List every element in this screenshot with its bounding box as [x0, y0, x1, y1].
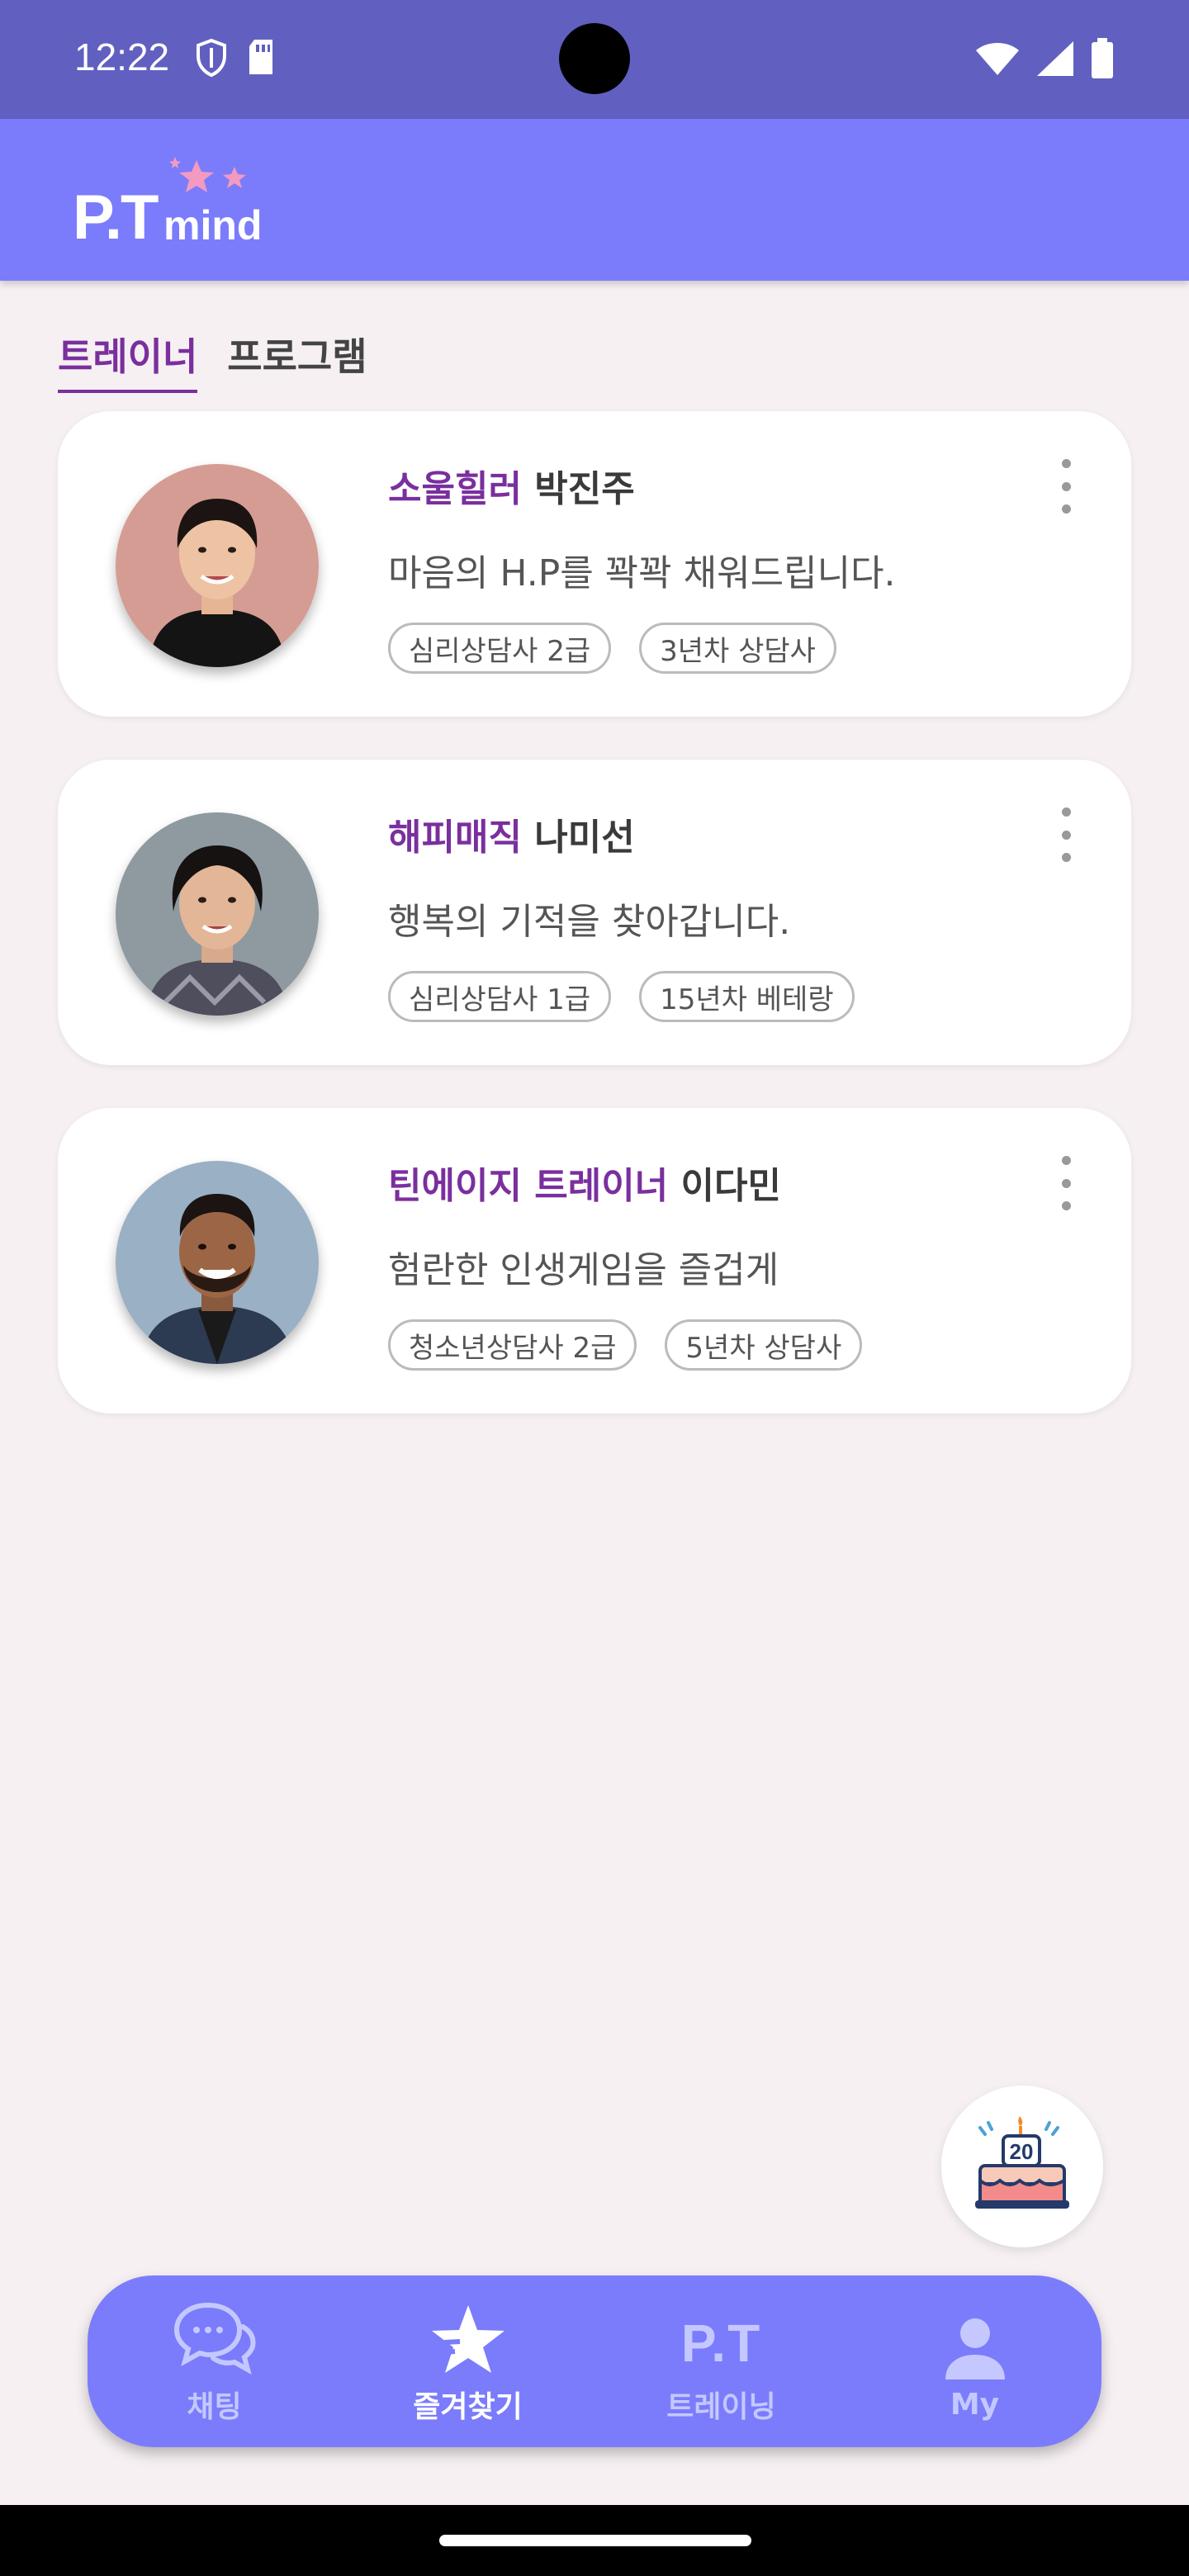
star-icon	[427, 2297, 509, 2376]
tab-program[interactable]: 프로그램	[227, 327, 367, 393]
home-gesture-handle[interactable]	[439, 2535, 751, 2546]
system-navigation-bar	[0, 2505, 1189, 2576]
more-options-icon[interactable]	[1054, 459, 1078, 514]
trainer-card[interactable]: 틴에이지 트레이너 이다민 험란한 인생게임을 즐겁게 청소년상담사 2급 5년…	[58, 1108, 1131, 1413]
pt-mind-logo[interactable]: P.T mind	[73, 155, 271, 253]
app-bar: P.T mind	[0, 119, 1189, 281]
nav-label-my: My	[950, 2387, 1000, 2422]
more-options-icon[interactable]	[1054, 1156, 1078, 1210]
nav-item-favorites[interactable]: 즐겨찾기	[341, 2275, 594, 2447]
trainer-card[interactable]: 해피매직 나미선 행복의 기적을 찾아갑니다. 심리상담사 1급 15년차 베테…	[58, 760, 1131, 1065]
cellular-signal-icon	[1035, 40, 1075, 81]
logo-mind-text: mind	[163, 202, 263, 249]
pt-icon-text: P.T	[680, 2313, 762, 2373]
trainer-avatar	[116, 812, 319, 1016]
camera-cutout	[559, 23, 630, 94]
tab-trainer[interactable]: 트레이너	[58, 327, 198, 393]
logo-pt-text: P.T	[73, 182, 159, 253]
trainer-nickname: 해피매직	[388, 817, 522, 859]
nav-item-my[interactable]: My	[848, 2275, 1101, 2447]
trainer-avatar	[116, 464, 319, 667]
trainer-tag: 심리상담사 2급	[388, 623, 612, 674]
sd-card-icon	[246, 38, 276, 81]
trainer-tag: 청소년상담사 2급	[388, 1319, 637, 1371]
bottom-navigation: 채팅 즐겨찾기 P.T 트레이닝 My	[88, 2275, 1101, 2447]
logo-stars-icon	[168, 155, 259, 208]
nav-label-training: 트레이닝	[666, 2390, 776, 2424]
trainer-list: 소울힐러 박진주 마음의 H.P를 꽉꽉 채워드립니다. 심리상담사 2급 3년…	[58, 411, 1131, 1456]
trainer-card[interactable]: 소울힐러 박진주 마음의 H.P를 꽉꽉 채워드립니다. 심리상담사 2급 3년…	[58, 411, 1131, 717]
pt-text-icon: P.T	[681, 2297, 761, 2376]
shield-icon	[195, 38, 228, 81]
nav-label-favorites: 즐겨찾기	[413, 2390, 523, 2424]
birthday-cake-button[interactable]: 20	[941, 2086, 1103, 2247]
trainer-description: 행복의 기적을 찾아갑니다.	[388, 901, 791, 943]
trainer-avatar	[116, 1161, 319, 1364]
status-time: 12:22	[74, 36, 170, 78]
trainer-nickname: 소울힐러	[388, 468, 522, 510]
trainer-tag: 심리상담사 1급	[388, 971, 612, 1022]
cake-number: 20	[1010, 2139, 1034, 2164]
nav-item-chat[interactable]: 채팅	[88, 2275, 341, 2447]
trainer-name: 박진주	[534, 468, 635, 510]
trainer-description: 마음의 H.P를 꽉꽉 채워드립니다.	[388, 552, 896, 594]
birthday-cake-icon: 20	[975, 2116, 1069, 2209]
tab-bar: 트레이너 프로그램	[58, 327, 367, 393]
trainer-description: 험란한 인생게임을 즐겁게	[388, 1249, 779, 1291]
trainer-name: 이다민	[680, 1165, 781, 1207]
nav-item-training[interactable]: P.T 트레이닝	[594, 2275, 848, 2447]
trainer-nickname: 틴에이지 트레이너	[388, 1165, 669, 1207]
trainer-tag: 5년차 상담사	[665, 1319, 863, 1371]
trainer-name: 나미선	[534, 817, 635, 859]
more-options-icon[interactable]	[1054, 807, 1078, 862]
person-icon	[942, 2302, 1008, 2381]
status-bar: 12:22	[0, 0, 1189, 119]
nav-label-chat: 채팅	[187, 2390, 242, 2424]
trainer-tag: 15년차 베테랑	[639, 971, 855, 1022]
trainer-tag: 3년차 상담사	[639, 623, 836, 674]
battery-icon	[1090, 38, 1115, 83]
wifi-icon	[974, 40, 1021, 80]
chat-bubbles-icon	[172, 2297, 258, 2376]
